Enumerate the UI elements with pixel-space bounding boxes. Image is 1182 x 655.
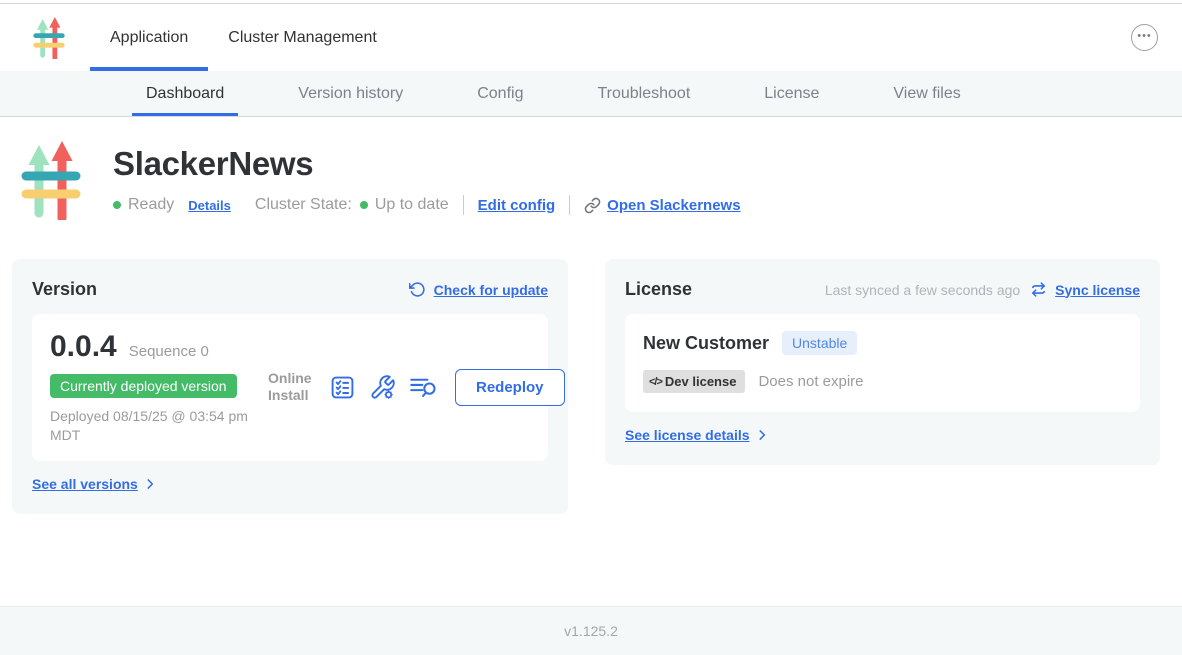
license-type-label: Dev license: [665, 374, 737, 389]
status-details-link[interactable]: Details: [188, 198, 231, 213]
overflow-menu-button[interactable]: •••: [1131, 24, 1158, 51]
dashboard-cards: Version Check for update 0.0.4 Sequence …: [0, 225, 1182, 514]
cluster-state-text: Up to date: [375, 196, 449, 214]
customer-name: New Customer: [643, 333, 769, 354]
nav-tab-label: Cluster Management: [228, 29, 377, 47]
console-version: v1.125.2: [564, 623, 618, 639]
edit-config-link[interactable]: Edit config: [478, 197, 556, 214]
divider: [463, 195, 464, 215]
see-license-details-label: See license details: [625, 427, 750, 443]
open-app-label: Open Slackernews: [607, 197, 740, 214]
see-license-details-link[interactable]: See license details: [625, 427, 769, 443]
tab-view-files[interactable]: View files: [879, 71, 974, 116]
sync-license-label: Sync license: [1055, 282, 1140, 298]
tab-troubleshoot[interactable]: Troubleshoot: [583, 71, 704, 116]
subtab-label: Dashboard: [146, 85, 224, 103]
chevron-right-icon: [143, 477, 157, 491]
cluster-state-label: Cluster State:: [255, 196, 352, 214]
deploy-logs-icon[interactable]: [409, 375, 438, 400]
code-icon: </>: [649, 376, 662, 388]
check-for-update-label: Check for update: [434, 282, 548, 298]
subtab-label: License: [764, 85, 819, 103]
current-version-panel: 0.0.4 Sequence 0 Currently deployed vers…: [32, 314, 548, 461]
console-footer: v1.125.2: [0, 606, 1182, 655]
see-all-versions-link[interactable]: See all versions: [32, 476, 157, 492]
app-status-dot: [113, 201, 121, 209]
channel-badge: Unstable: [782, 331, 857, 355]
app-sub-nav: Dashboard Version history Config Trouble…: [0, 71, 1182, 117]
nav-tab-cluster-management[interactable]: Cluster Management: [208, 4, 397, 71]
tab-dashboard[interactable]: Dashboard: [132, 71, 238, 116]
license-details-panel: New Customer Unstable </> Dev license Do…: [625, 314, 1140, 412]
divider: [569, 195, 570, 215]
install-type-label: Online Install: [268, 370, 316, 405]
subtab-label: Config: [477, 85, 523, 103]
link-chain-icon: [584, 197, 601, 214]
see-all-versions-label: See all versions: [32, 476, 138, 492]
app-status-text: Ready: [128, 196, 174, 214]
open-app-link[interactable]: Open Slackernews: [584, 197, 740, 214]
chevron-right-icon: [755, 428, 769, 442]
app-status-row: Ready Details Cluster State: Up to date …: [113, 195, 741, 215]
tab-license[interactable]: License: [750, 71, 833, 116]
license-type-badge: </> Dev license: [643, 370, 745, 393]
version-number: 0.0.4: [50, 330, 117, 364]
subtab-label: View files: [893, 85, 960, 103]
app-logo-small[interactable]: [33, 16, 65, 59]
config-wrench-icon[interactable]: [369, 374, 396, 401]
subtab-label: Troubleshoot: [597, 85, 690, 103]
deployed-badge: Currently deployed version: [50, 374, 237, 398]
nav-tab-label: Application: [110, 29, 188, 47]
tab-version-history[interactable]: Version history: [284, 71, 417, 116]
ellipsis-icon: •••: [1137, 30, 1152, 42]
last-synced-text: Last synced a few seconds ago: [825, 282, 1020, 298]
app-header: SlackerNews Ready Details Cluster State:…: [0, 117, 1182, 225]
version-card-title: Version: [32, 279, 97, 300]
subtab-label: Version history: [298, 85, 403, 103]
page-title: SlackerNews: [113, 145, 741, 183]
refresh-icon: [409, 281, 426, 298]
preflight-checks-icon[interactable]: [329, 374, 356, 401]
nav-tab-application[interactable]: Application: [90, 4, 208, 71]
redeploy-button[interactable]: Redeploy: [455, 369, 565, 406]
version-card: Version Check for update 0.0.4 Sequence …: [12, 259, 568, 514]
tab-config[interactable]: Config: [463, 71, 537, 116]
license-card: License Last synced a few seconds ago Sy…: [605, 259, 1160, 465]
app-logo-large: [21, 139, 81, 225]
license-expiry: Does not expire: [758, 373, 863, 390]
top-nav: Application Cluster Management •••: [0, 3, 1182, 71]
sync-arrows-icon: [1030, 281, 1047, 298]
nav-spacer: [397, 4, 1131, 71]
sync-license-link[interactable]: Sync license: [1030, 281, 1140, 298]
version-sequence: Sequence 0: [129, 343, 209, 360]
cluster-state-dot: [360, 201, 368, 209]
deployed-timestamp: Deployed 08/15/25 @ 03:54 pm MDT: [50, 407, 268, 445]
license-card-title: License: [625, 279, 692, 300]
check-for-update-link[interactable]: Check for update: [409, 281, 548, 298]
